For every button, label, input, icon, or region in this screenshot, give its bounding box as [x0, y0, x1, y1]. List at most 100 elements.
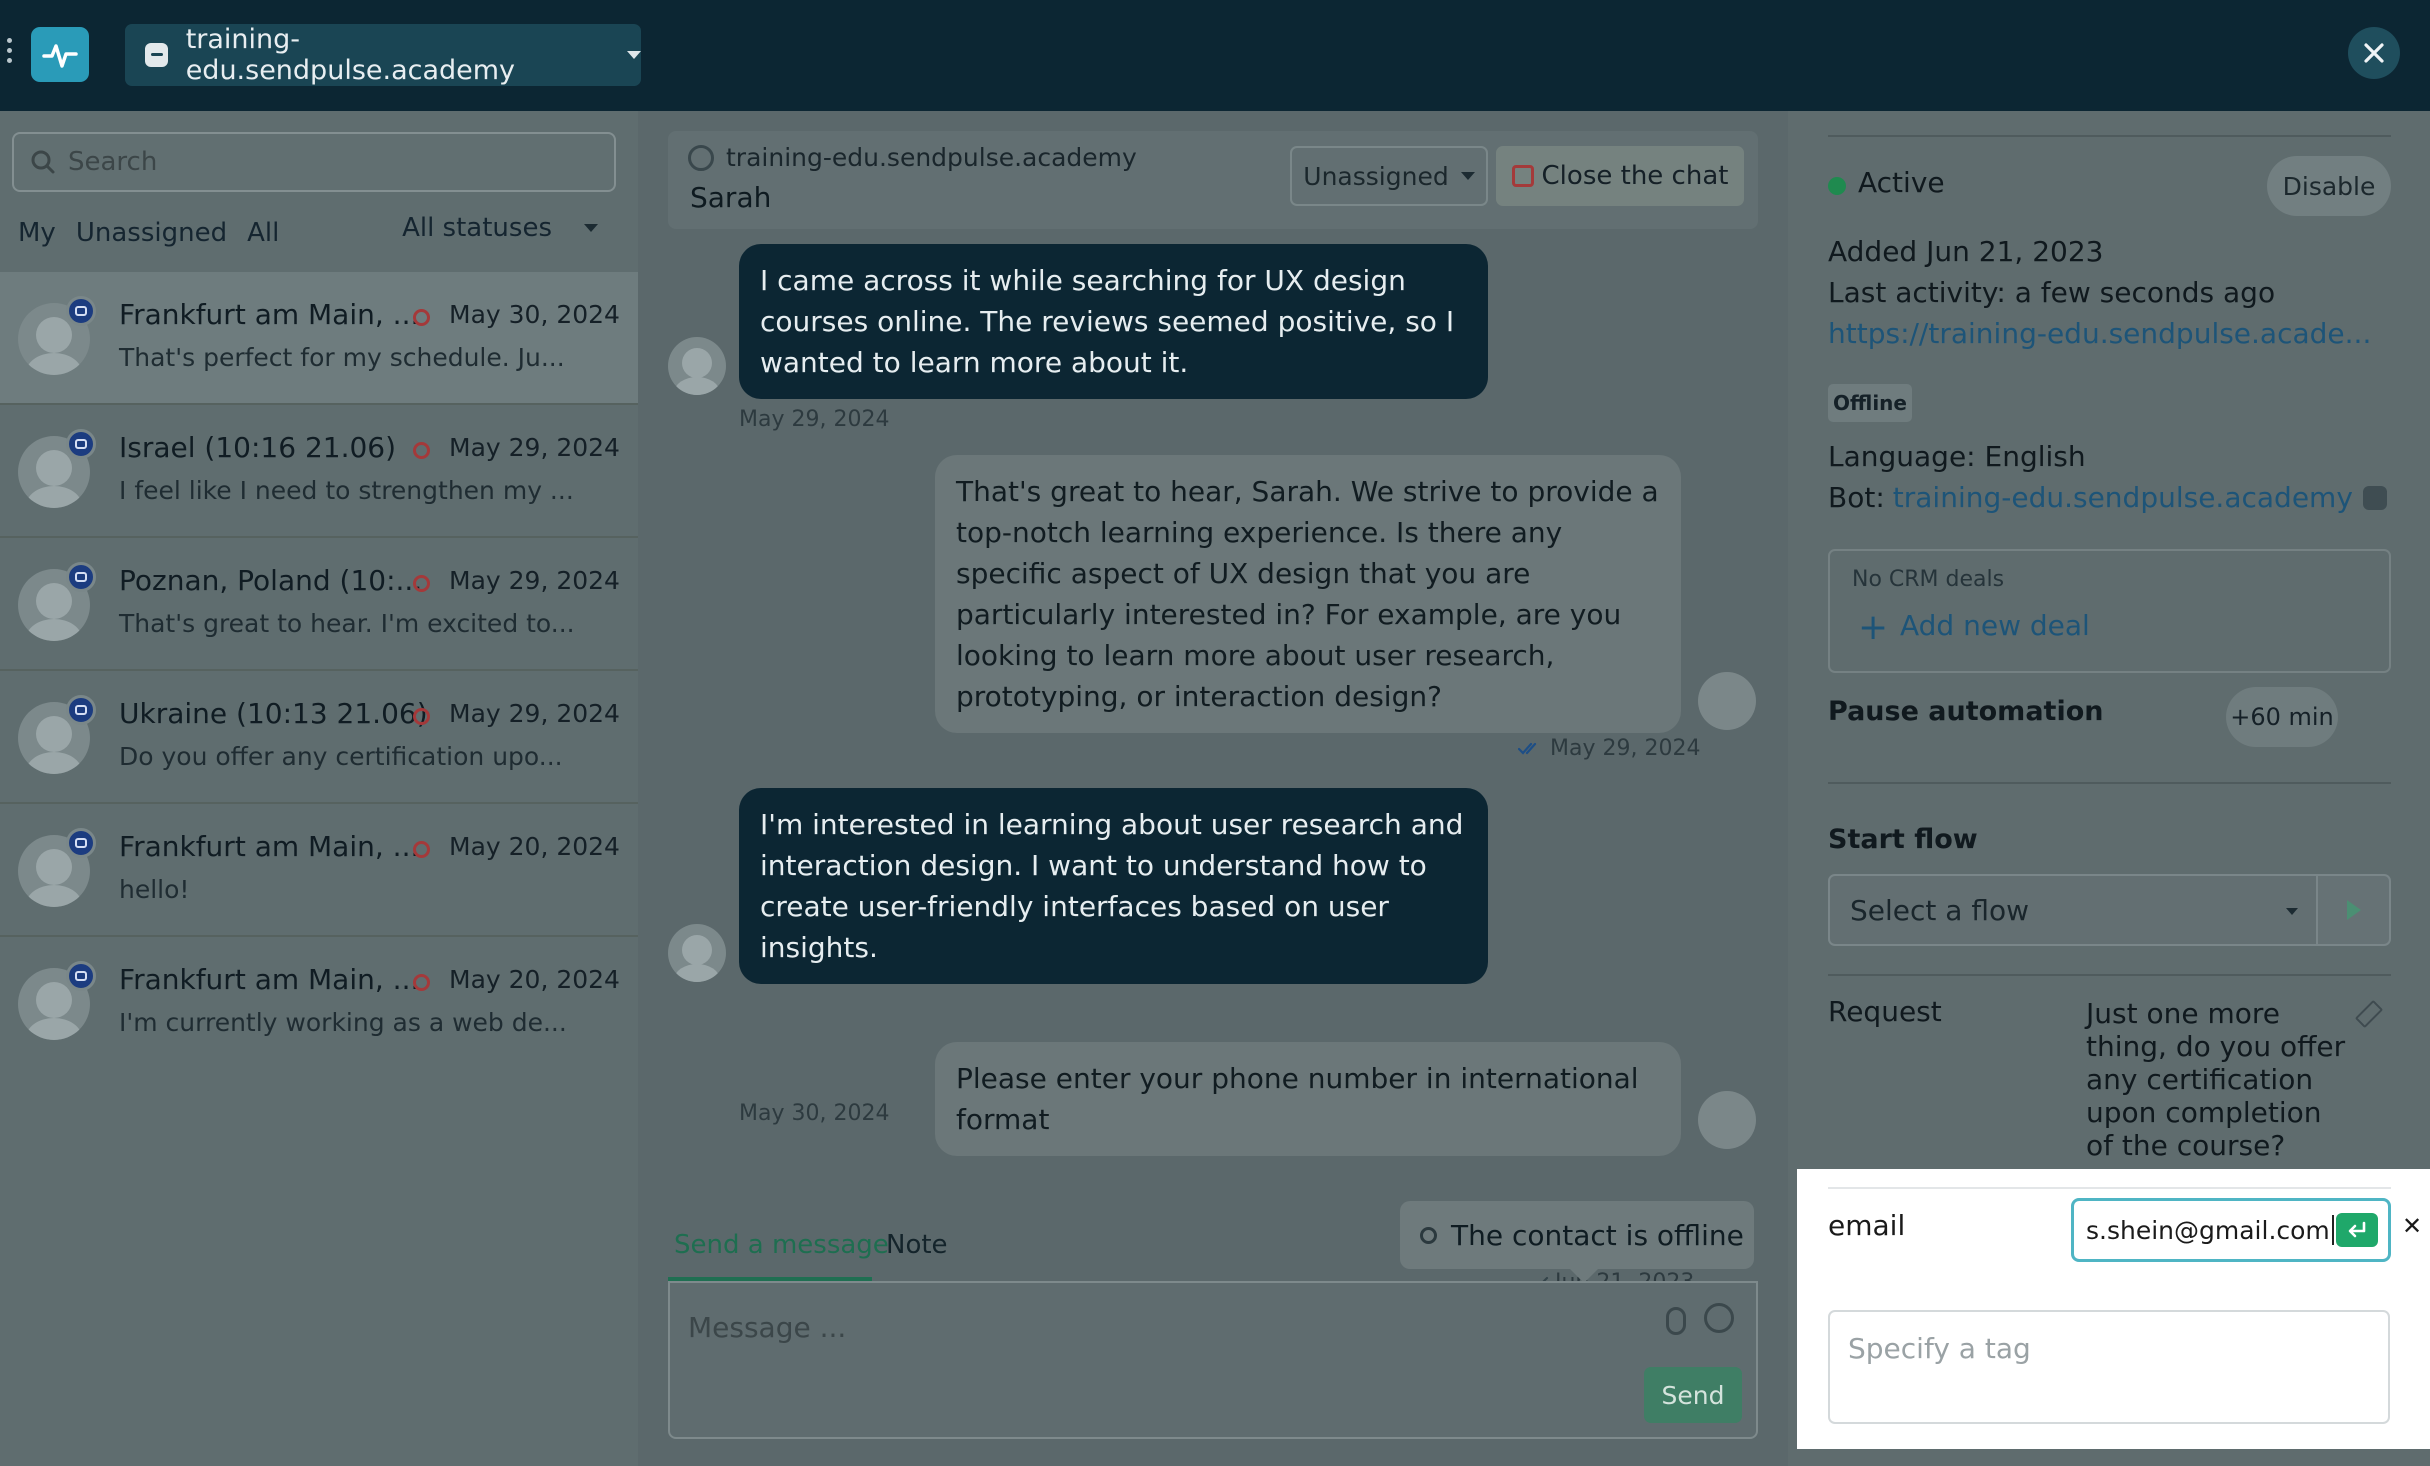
assign-dropdown[interactable]: Unassigned	[1290, 146, 1488, 206]
conversation-preview: hello!	[119, 875, 190, 904]
search-input[interactable]: Search	[12, 132, 616, 192]
message-input[interactable]: Message ...	[688, 1311, 846, 1344]
presence-badge: Offline	[1828, 384, 1912, 422]
conversation-date: May 20, 2024	[449, 965, 620, 994]
contact-language: Language: English	[1828, 440, 2086, 473]
crm-title: No CRM deals	[1852, 567, 2005, 592]
status-dot-icon	[413, 841, 430, 858]
text-cursor	[2331, 1215, 2334, 1245]
cancel-edit-icon[interactable]: ✕	[2402, 1212, 2422, 1240]
bot-link[interactable]: training-edu.sendpulse.academy	[1893, 481, 2353, 514]
conversation-preview: I feel like I need to strengthen my ...	[119, 476, 574, 505]
bot-channel-icon	[66, 562, 96, 592]
conversation-name: Frankfurt am Main, ...	[119, 963, 420, 996]
pause-automation-label: Pause automation	[1828, 696, 2104, 727]
plus-icon: +	[1858, 607, 1889, 648]
contact-status: Active	[1858, 166, 1945, 199]
offline-status-icon	[1420, 1226, 1437, 1244]
conversation-row[interactable]: Ukraine (10:13 21.06) May 29, 2024 Do yo…	[0, 671, 638, 804]
active-status-dot	[1828, 177, 1846, 195]
divider	[1828, 1187, 2391, 1189]
status-dot-icon	[413, 442, 430, 459]
divider	[1828, 135, 2391, 137]
conversation-row[interactable]: Frankfurt am Main, ... May 20, 2024 hell…	[0, 804, 638, 937]
status-filter-dropdown[interactable]: All statuses	[402, 213, 618, 243]
divider	[1828, 782, 2391, 784]
email-label: email	[1828, 1209, 1906, 1242]
offline-tooltip: The contact is offline	[1400, 1201, 1754, 1283]
send-button[interactable]: Send	[1644, 1367, 1742, 1423]
close-icon[interactable]	[2348, 27, 2400, 79]
pause-60-min-button[interactable]: +60 min	[2226, 687, 2338, 747]
bot-chat-icon	[145, 43, 168, 67]
tab-send-message[interactable]: Send a message	[674, 1230, 889, 1260]
request-value-line: thing, do you offer	[2086, 1030, 2346, 1063]
operator-avatar	[1698, 1091, 1756, 1149]
bot-channel-icon	[66, 695, 96, 725]
flow-select-value: Select a flow	[1850, 893, 2030, 927]
chevron-down-icon	[1460, 172, 1475, 180]
more-dots-icon[interactable]	[7, 38, 15, 68]
bot-selector[interactable]: training-edu.sendpulse.academy	[125, 24, 641, 86]
request-value-line: Just one more	[2086, 997, 2281, 1030]
conversation-row[interactable]: Israel (10:16 21.06) May 29, 2024 I feel…	[0, 405, 638, 538]
contact-source-link[interactable]: https://training-edu.sendpulse.acade...	[1828, 317, 2371, 350]
message-date: May 29, 2024	[739, 407, 890, 432]
search-icon	[31, 150, 55, 174]
status-dot-icon	[413, 708, 430, 725]
chevron-down-icon	[2286, 908, 2298, 915]
chevron-down-icon	[627, 51, 641, 59]
emoji-icon[interactable]	[1704, 1303, 1734, 1333]
conversation-date: May 20, 2024	[449, 832, 620, 861]
status-dot-icon	[413, 974, 430, 991]
assign-label: Unassigned	[1303, 161, 1449, 191]
operator-avatar	[1698, 672, 1756, 730]
email-value: s.shein@gmail.com	[2086, 1215, 2330, 1245]
message-bubble-incoming: I'm interested in learning about user re…	[739, 788, 1488, 984]
crm-deals-box: No CRM deals + Add new deal	[1828, 549, 2391, 673]
chat-panel: training-edu.sendpulse.academy Sarah Una…	[638, 111, 1788, 1466]
bot-channel-icon	[66, 296, 96, 326]
conversation-filters: My Unassigned All All statuses	[18, 213, 618, 253]
double-check-icon	[1518, 742, 1537, 755]
message-bubble-outgoing: That's great to hear, Sarah. We strive t…	[935, 455, 1681, 733]
flow-select[interactable]: Select a flow	[1828, 874, 2318, 946]
enter-confirm-icon[interactable]	[2336, 1213, 2378, 1247]
request-label: Request	[1828, 995, 1942, 1028]
bot-icon	[688, 144, 714, 171]
filter-my[interactable]: My	[18, 218, 56, 248]
pulse-logo-icon[interactable]	[31, 27, 89, 82]
contact-avatar	[668, 924, 726, 982]
attach-icon[interactable]	[1666, 1307, 1686, 1335]
conversation-name: Frankfurt am Main, ...	[119, 298, 420, 331]
request-value[interactable]: Just one more thing, do you offer any ce…	[2086, 997, 2345, 1162]
filter-all[interactable]: All	[247, 218, 279, 248]
close-chat-button[interactable]: Close the chat	[1496, 146, 1744, 206]
status-dot-icon	[413, 575, 430, 592]
play-icon	[2346, 900, 2361, 920]
start-flow-play-button[interactable]	[2318, 874, 2391, 946]
bot-chat-icon	[2362, 485, 2387, 510]
message-date: May 30, 2024	[739, 1101, 890, 1126]
disable-button[interactable]: Disable	[2267, 156, 2391, 216]
contact-bot: Bot: training-edu.sendpulse.academy	[1828, 481, 2387, 514]
status-filter-label: All statuses	[402, 213, 552, 243]
tab-note[interactable]: Note	[886, 1230, 948, 1260]
conversation-row[interactable]: Poznan, Poland (10:... May 29, 2024 That…	[0, 538, 638, 671]
filter-unassigned[interactable]: Unassigned	[76, 218, 227, 248]
chat-bot-name: training-edu.sendpulse.academy	[688, 143, 1137, 172]
tag-input[interactable]: Specify a tag	[1828, 1310, 2390, 1424]
message-composer[interactable]: Message ... Send	[668, 1281, 1758, 1439]
conversation-preview: That's perfect for my schedule. Ju...	[119, 343, 565, 372]
status-dot-icon	[413, 309, 430, 326]
add-deal-link[interactable]: Add new deal	[1900, 609, 2090, 642]
added-date: Added Jun 21, 2023	[1828, 235, 2104, 268]
edit-pencil-icon[interactable]	[2354, 999, 2384, 1029]
conversation-name: Poznan, Poland (10:...	[119, 564, 423, 597]
conversation-row[interactable]: Frankfurt am Main, ... May 20, 2024 I'm …	[0, 937, 638, 1070]
top-bar: training-edu.sendpulse.academy	[0, 0, 2430, 111]
bot-channel-icon	[66, 429, 96, 459]
conversation-row[interactable]: Frankfurt am Main, ... May 30, 2024 That…	[0, 272, 638, 405]
chat-bot-label: training-edu.sendpulse.academy	[726, 143, 1137, 172]
bot-channel-icon	[66, 828, 96, 858]
